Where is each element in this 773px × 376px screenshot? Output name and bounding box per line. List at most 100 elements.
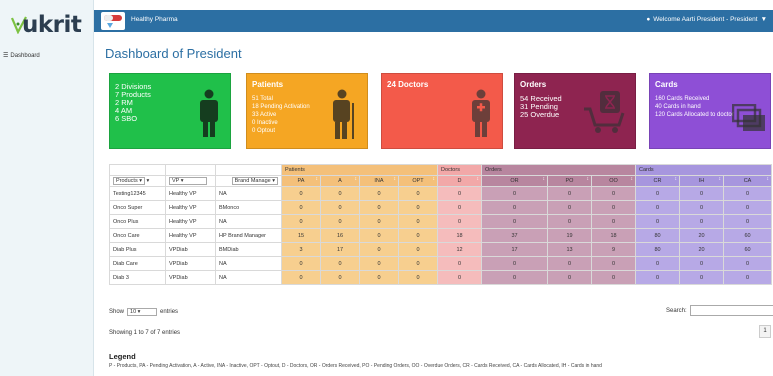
- page-length: Show 10 ▾ entries: [109, 308, 178, 316]
- sidebar-item-dashboard[interactable]: ☰ Dashboard: [3, 52, 40, 60]
- table-cell: NA: [215, 186, 282, 201]
- table-cell: NA: [215, 214, 282, 229]
- top-bar: Healthy Pharma ● Welcome Aarti President…: [94, 10, 773, 32]
- blank-cell: [165, 164, 216, 176]
- table-cell: 17: [481, 242, 548, 257]
- brand-filter-label: Brand Manage: [234, 178, 271, 184]
- table-body: Testing12345 Healthy VP NA 0 0 0 0 0 0 0 0 0 0 0 Onco …: [109, 186, 773, 285]
- vp-filter[interactable]: VP ▾: [169, 177, 207, 185]
- col-or[interactable]: OR: [481, 175, 548, 187]
- table-cell: Healthy VP: [165, 228, 216, 243]
- brand-logo: [101, 12, 125, 30]
- divisions-card[interactable]: 2 Divisions 7 Products 2 RM 4 AM 6 SBO: [109, 73, 231, 149]
- vp-filter-label: VP: [172, 178, 180, 184]
- table-cell: 0: [281, 256, 321, 271]
- col-a[interactable]: A: [320, 175, 360, 187]
- table-cell: 18: [591, 228, 636, 243]
- col-ca[interactable]: CA: [722, 175, 773, 187]
- orders-card[interactable]: Orders 54 Received 31 Pending 25 Overdue: [514, 73, 636, 149]
- table-cell: 17: [320, 242, 360, 257]
- table-cell: 0: [359, 228, 399, 243]
- table-cell: 0: [398, 270, 438, 285]
- col-ih[interactable]: IH: [679, 175, 724, 187]
- table-row: Diab Care VPDiab NA 0 0 0 0 0 0 0 0 0 0 0: [109, 256, 773, 271]
- table-cell: 60: [722, 228, 773, 243]
- table-cell: 20: [679, 242, 724, 257]
- table-cell: Diab 3: [109, 270, 166, 285]
- table-cell: 0: [547, 214, 592, 229]
- caret-down-icon: ▼: [760, 16, 767, 23]
- brand-filter[interactable]: Brand Manage ▾: [231, 177, 278, 185]
- table-cell: Onco Super: [109, 200, 166, 215]
- table-cell: 0: [481, 200, 548, 215]
- table-cell: 0: [398, 228, 438, 243]
- cart-icon: [584, 91, 625, 133]
- patients-group-header: Patients: [281, 164, 438, 176]
- table-cell: 0: [591, 256, 636, 271]
- table-cell: 0: [437, 200, 482, 215]
- col-d[interactable]: D: [437, 175, 482, 187]
- table-cell: 0: [722, 214, 773, 229]
- table-cell: 60: [722, 242, 773, 257]
- table-cell: 0: [591, 214, 636, 229]
- table-cell: Onco Care: [109, 228, 166, 243]
- user-welcome: Welcome Aarti President - President: [653, 16, 758, 23]
- col-opt[interactable]: OPT: [398, 175, 438, 187]
- table-cell: NA: [215, 270, 282, 285]
- table-cell: 0: [722, 186, 773, 201]
- cards-card[interactable]: Cards 160 Cards Received 40 Cards in han…: [649, 73, 771, 149]
- table-cell: 0: [635, 270, 680, 285]
- table-cell: 37: [481, 228, 548, 243]
- table-cell: 0: [359, 186, 399, 201]
- table-cell: 0: [281, 214, 321, 229]
- table-cell: 0: [722, 256, 773, 271]
- table-cell: Healthy VP: [165, 214, 216, 229]
- table-cell: 0: [320, 186, 360, 201]
- brand-filter-cell[interactable]: Brand Manage ▾: [215, 175, 282, 187]
- page-length-select[interactable]: 10 ▾: [127, 308, 158, 316]
- table-cell: 0: [320, 200, 360, 215]
- legend-text: P - Products, PA - Pending Activation, A…: [109, 363, 602, 369]
- search-input[interactable]: [689, 305, 773, 316]
- orders-title: Orders: [520, 80, 547, 89]
- table-cell: 0: [398, 200, 438, 215]
- table-cell: 0: [320, 214, 360, 229]
- col-cr[interactable]: CR: [635, 175, 680, 187]
- table-cell: 0: [679, 256, 724, 271]
- products-filter[interactable]: Products ▾: [113, 177, 146, 185]
- table-cell: 0: [359, 214, 399, 229]
- table-cell: VPDiab: [165, 270, 216, 285]
- total-line: 51 Total: [252, 96, 273, 102]
- table-cell: 0: [437, 214, 482, 229]
- pagination-page-1[interactable]: 1: [759, 325, 771, 338]
- products-filter-cell[interactable]: Products ▾ ▾: [109, 175, 166, 187]
- table-info: Showing 1 to 7 of 7 entries: [109, 330, 181, 336]
- page-title: Dashboard of President: [105, 46, 242, 61]
- inactive-line: 0 Inactive: [252, 120, 278, 126]
- table-cell: 0: [679, 214, 724, 229]
- col-pa[interactable]: PA: [281, 175, 321, 187]
- col-oo[interactable]: OO: [591, 175, 636, 187]
- patients-card[interactable]: Patients 51 Total 18 Pending Activation …: [246, 73, 368, 149]
- col-ina[interactable]: INA: [359, 175, 399, 187]
- table-cell: BMonco: [215, 200, 282, 215]
- table-cell: 0: [359, 270, 399, 285]
- user-menu[interactable]: ● Welcome Aarti President - President ▼: [646, 16, 767, 23]
- sidebar: ukrit ☰ Dashboard: [0, 0, 94, 376]
- table-cell: 19: [547, 228, 592, 243]
- doctors-card[interactable]: 24 Doctors: [381, 73, 503, 149]
- overdue-line: 25 Overdue: [520, 110, 560, 119]
- table-cell: 0: [281, 186, 321, 201]
- table-cell: 0: [591, 186, 636, 201]
- table-cell: 0: [398, 186, 438, 201]
- col-po[interactable]: PO: [547, 175, 592, 187]
- table-cell: 0: [437, 186, 482, 201]
- table-row: Onco Super Healthy VP BMonco 0 0 0 0 0 0 0 0 0 0 0: [109, 200, 773, 215]
- person-icon: [200, 89, 218, 137]
- doctor-icon: [472, 89, 490, 137]
- user-icon: ●: [646, 16, 651, 23]
- cards-stack-icon: [732, 104, 765, 131]
- patient-icon: [333, 89, 354, 139]
- optout-line: 0 Optout: [252, 128, 276, 134]
- vp-filter-cell[interactable]: VP ▾: [165, 175, 216, 187]
